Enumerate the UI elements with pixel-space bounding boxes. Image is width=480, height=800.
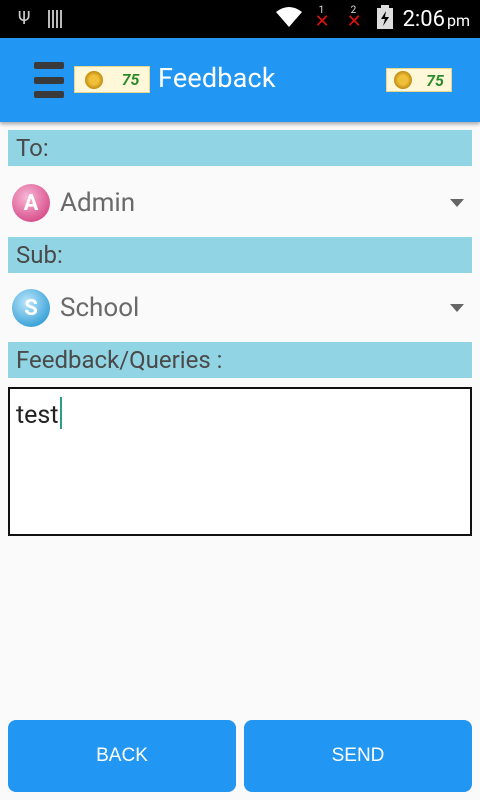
- to-spinner[interactable]: A Admin: [8, 172, 472, 234]
- status-bar: Ψ 1 ✕ 2 ✕ 2:06 pm: [0, 0, 480, 38]
- text-cursor: [59, 397, 62, 429]
- sub-spinner-value: School: [60, 293, 140, 323]
- send-button[interactable]: SEND: [244, 720, 472, 792]
- clock: 2:06 pm: [402, 6, 470, 32]
- page-title: Feedback: [158, 62, 276, 94]
- sub-spinner[interactable]: S School: [8, 277, 472, 339]
- school-avatar-icon: S: [12, 289, 50, 327]
- anniversary-badge-icon: 75: [121, 70, 140, 89]
- to-spinner-value: Admin: [60, 188, 136, 218]
- status-left: Ψ: [18, 8, 63, 29]
- feedback-input-text: test: [16, 401, 59, 430]
- menu-icon[interactable]: [34, 62, 64, 98]
- app-bar: 75 Feedback 75: [0, 38, 480, 122]
- usb-icon: Ψ: [18, 8, 31, 29]
- dropdown-arrow-icon: [450, 304, 464, 312]
- no-signal-icon: ✕: [314, 11, 330, 32]
- sim2-signal-icon: 2 ✕: [346, 5, 362, 32]
- school-logo-left: 75: [74, 66, 150, 93]
- dropdown-arrow-icon: [450, 199, 464, 207]
- battery-charging-icon: [376, 5, 393, 33]
- sub-label: Sub:: [8, 237, 472, 273]
- status-right: 1 ✕ 2 ✕ 2:06 pm: [275, 5, 470, 33]
- school-logo-right: 75: [386, 68, 452, 92]
- sim1-signal-icon: 1 ✕: [314, 5, 330, 32]
- to-label: To:: [8, 130, 472, 166]
- back-button[interactable]: BACK: [8, 720, 236, 792]
- feedback-label: Feedback/Queries :: [8, 342, 472, 378]
- anniversary-badge-icon: 75: [426, 70, 444, 90]
- feedback-input[interactable]: test: [8, 387, 472, 536]
- sd-card-icon: [48, 9, 63, 28]
- wifi-icon: [275, 6, 303, 32]
- emblem-icon: [394, 71, 413, 89]
- emblem-icon: [84, 70, 103, 89]
- admin-avatar-icon: A: [12, 184, 50, 222]
- no-signal-icon: ✕: [346, 11, 362, 32]
